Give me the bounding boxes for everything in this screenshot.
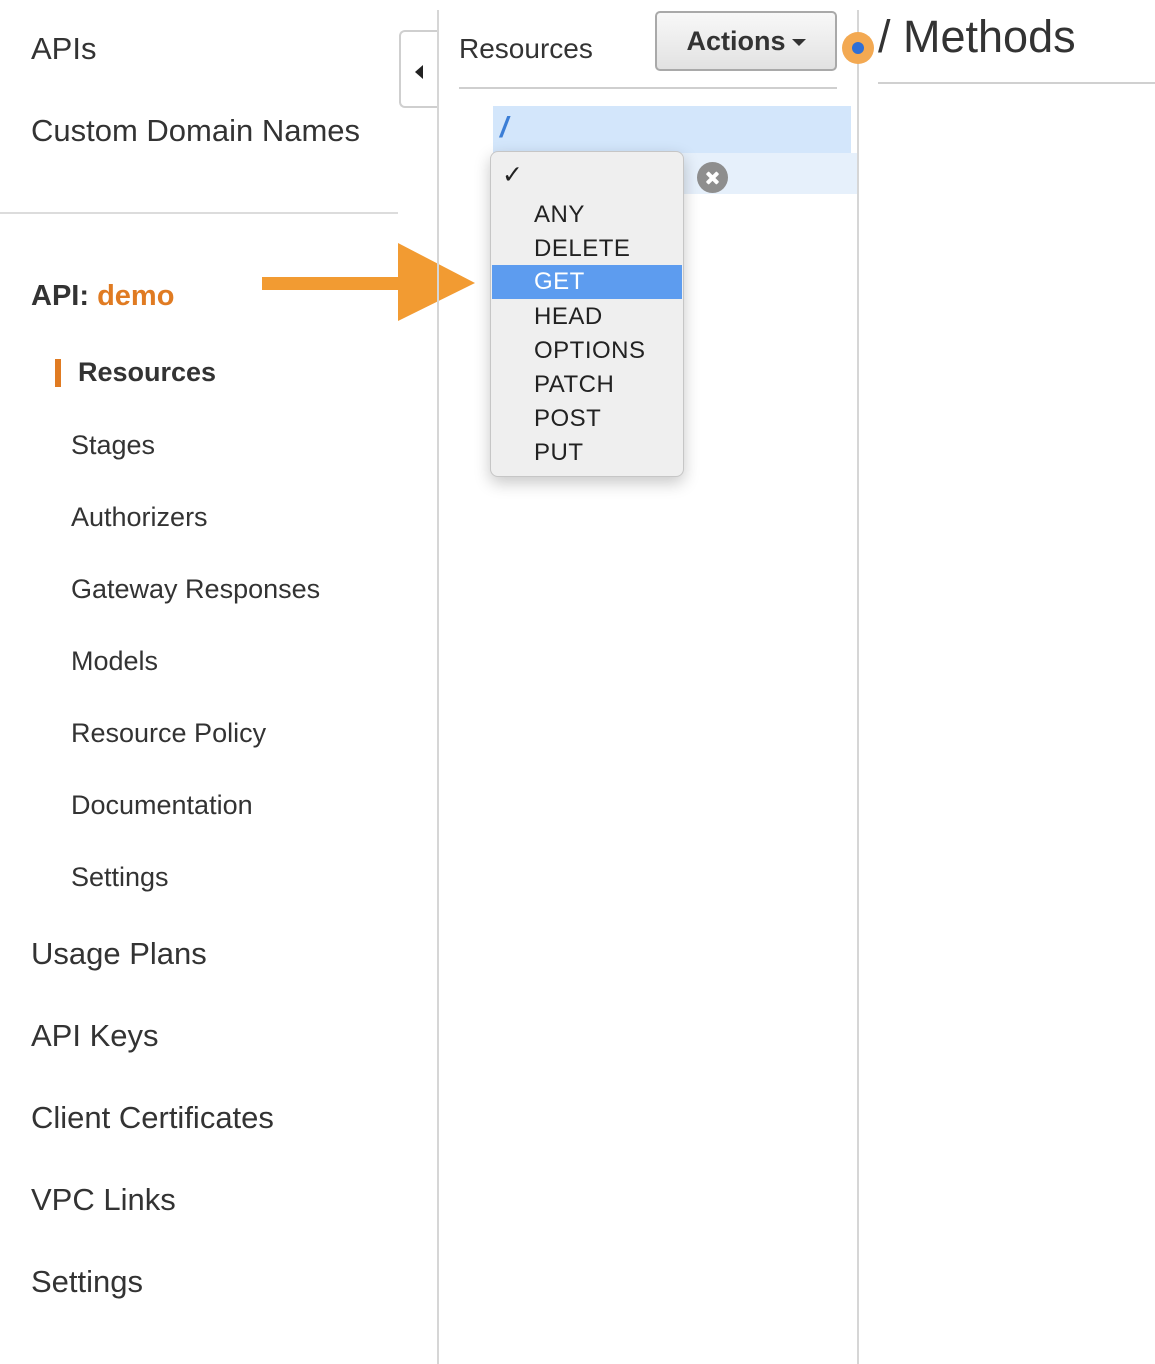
- methods-title: / Methods: [878, 11, 1076, 62]
- sidebar-nav: APIs Custom Domain Names API: demo Resou…: [0, 0, 475, 1364]
- methods-underline: [878, 82, 1155, 84]
- cancel-icon[interactable]: [697, 162, 728, 193]
- method-option-delete[interactable]: DELETE: [492, 232, 682, 266]
- nav-item-authorizers[interactable]: Authorizers: [71, 502, 208, 533]
- method-option-post[interactable]: POST: [492, 402, 682, 436]
- nav-item-documentation[interactable]: Documentation: [71, 790, 253, 821]
- pane-separator-right: [857, 10, 859, 1364]
- step-indicator-icon: [842, 32, 874, 64]
- nav-item-vpc-links[interactable]: VPC Links: [31, 1182, 176, 1218]
- method-select-dropdown[interactable]: ✓ ANY DELETE GET HEAD OPTIONS PATCH POST…: [490, 151, 684, 477]
- nav-item-api-keys[interactable]: API Keys: [31, 1018, 159, 1054]
- nav-item-apis[interactable]: APIs: [31, 31, 96, 67]
- resources-title: Resources: [459, 33, 593, 64]
- resource-tree-root-row[interactable]: [493, 106, 851, 153]
- method-option-any[interactable]: ANY: [492, 198, 682, 232]
- nav-item-stages[interactable]: Stages: [71, 430, 155, 461]
- method-option-options[interactable]: OPTIONS: [492, 334, 682, 368]
- nav-item-custom-domain-names[interactable]: Custom Domain Names: [31, 113, 360, 149]
- method-option-patch[interactable]: PATCH: [492, 368, 682, 402]
- method-option-head[interactable]: HEAD: [492, 300, 682, 334]
- collapse-left-icon: [415, 65, 423, 79]
- api-name-link[interactable]: demo: [97, 280, 174, 312]
- nav-item-gateway-responses[interactable]: Gateway Responses: [71, 574, 320, 605]
- nav-item-client-certificates[interactable]: Client Certificates: [31, 1100, 274, 1136]
- resources-underline: [459, 87, 837, 89]
- checkmark-icon: ✓: [502, 161, 523, 189]
- nav-item-usage-plans[interactable]: Usage Plans: [31, 936, 207, 972]
- method-option-get[interactable]: GET: [492, 265, 682, 299]
- nav-item-resource-policy[interactable]: Resource Policy: [71, 718, 266, 749]
- resource-root-path[interactable]: /: [500, 112, 508, 145]
- pane-separator-left: [437, 10, 439, 1364]
- api-heading-prefix: API:: [31, 280, 89, 312]
- collapse-sidebar-button[interactable]: [399, 30, 437, 108]
- caret-down-icon: [791, 39, 806, 47]
- method-option-put[interactable]: PUT: [492, 436, 682, 470]
- actions-button-label: Actions: [686, 26, 786, 56]
- nav-divider: [0, 212, 398, 214]
- nav-item-resources[interactable]: Resources: [78, 357, 216, 388]
- active-indicator: [55, 359, 61, 387]
- nav-item-models[interactable]: Models: [71, 646, 158, 677]
- nav-item-settings[interactable]: Settings: [31, 1264, 143, 1300]
- annotation-arrow-icon: [262, 243, 475, 321]
- nav-item-api-settings[interactable]: Settings: [71, 862, 169, 893]
- api-heading: API: demo: [31, 280, 174, 313]
- actions-button[interactable]: Actions: [655, 11, 837, 71]
